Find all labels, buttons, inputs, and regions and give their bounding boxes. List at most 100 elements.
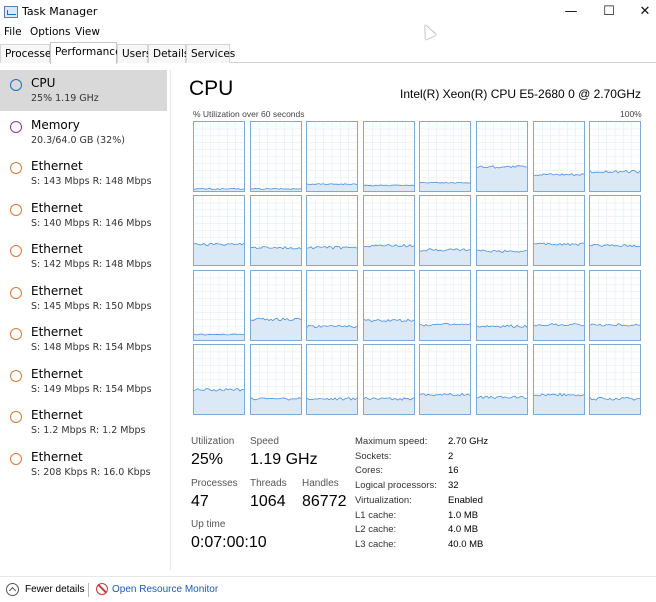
logical-processor-graph <box>249 269 302 341</box>
sidebar-item-detail: 25% 1.19 GHz <box>31 93 99 104</box>
spec-value: 16 <box>448 465 459 477</box>
sidebar-item-detail: S: 149 Mbps R: 154 Mbps <box>31 383 152 395</box>
spec-value: 40.0 MB <box>448 538 484 550</box>
logical-processor-graph <box>532 343 585 415</box>
spec-value: 32 <box>448 480 459 492</box>
sidebar-item-ethernet[interactable]: Ethernet S: 145 Mbps R: 150 Mbps <box>0 278 167 319</box>
logical-processor-graph <box>589 343 642 415</box>
footer-bar: Fewer details Open Resource Monitor <box>0 576 656 600</box>
menu-file[interactable]: File <box>4 26 22 38</box>
sidebar-item-label: Ethernet <box>31 283 83 298</box>
page-title: CPU <box>189 77 234 100</box>
logical-processor-graph <box>476 269 528 341</box>
resource-list: CPU 25% 1.19 GHz Memory 20.3/64.0 GB (32%) E… <box>0 70 170 490</box>
sidebar-item-ethernet[interactable]: Ethernet S: 208 Kbps R: 16.0 Kbps <box>0 444 167 485</box>
status-ring-icon <box>10 245 22 257</box>
chevron-up-icon[interactable] <box>6 583 19 596</box>
sidebar-item-ethernet[interactable]: Ethernet S: 143 Mbps R: 148 Mbps <box>0 153 167 194</box>
processes-value: 47 <box>191 493 209 510</box>
threads-value: 1064 <box>250 493 286 510</box>
tab-users[interactable]: Users <box>117 44 151 63</box>
logical-processor-graph <box>249 121 302 192</box>
open-resource-monitor-link[interactable]: Open Resource Monitor <box>112 584 218 595</box>
logical-processor-graph <box>532 195 585 267</box>
spec-label: L2 cache: <box>355 524 397 536</box>
logical-processor-graph <box>193 195 245 267</box>
sidebar-item-detail: S: 142 Mbps R: 148 Mbps <box>31 259 152 270</box>
sidebar-item-ethernet[interactable]: Ethernet S: 148 Mbps R: 154 Mbps <box>0 319 167 360</box>
handles-value: 86772 <box>302 493 347 510</box>
uptime-value: 0:07:00:10 <box>191 534 267 551</box>
logical-processor-graph <box>419 121 472 192</box>
sidebar-item-ethernet[interactable]: Ethernet S: 149 Mbps R: 154 Mbps <box>0 361 167 402</box>
sidebar-divider <box>170 70 171 570</box>
uptime-label: Up time <box>191 519 226 530</box>
status-ring-icon <box>10 328 22 340</box>
status-ring-icon <box>10 286 22 299</box>
status-ring-icon <box>10 120 22 133</box>
status-ring-icon <box>10 452 22 465</box>
logical-processor-graph <box>419 343 472 415</box>
logical-processor-graph <box>306 121 359 192</box>
sidebar-item-label: Ethernet <box>31 242 83 256</box>
logical-processor-graph <box>532 121 585 192</box>
logical-processor-graph <box>419 269 472 341</box>
spec-label: Cores: <box>355 465 383 477</box>
task-manager-icon <box>4 6 18 18</box>
spec-label: L1 cache: <box>355 509 397 521</box>
sidebar-item-label: Ethernet <box>31 159 83 173</box>
sidebar-item-ethernet[interactable]: Ethernet S: 1.2 Mbps R: 1.2 Mbps <box>0 402 167 443</box>
spec-label: L3 cache: <box>355 538 397 550</box>
tab-processes[interactable]: Processes <box>0 44 57 63</box>
logical-processor-graph <box>476 343 528 415</box>
utilization-value: 25% <box>191 451 224 468</box>
spec-value: 2.70 GHz <box>448 436 489 447</box>
fewer-details-button[interactable]: Fewer details <box>25 584 84 595</box>
cpu-model-name: Intel(R) Xeon(R) CPU E5-2680 0 @ 2.70GHz <box>400 87 641 101</box>
logical-processor-graph <box>306 195 359 267</box>
tab-services[interactable]: Services <box>186 44 235 63</box>
threads-label: Threads <box>250 478 287 489</box>
title-bar: Task Manager — ☐ ✕ <box>0 0 656 24</box>
status-ring-icon <box>10 162 22 174</box>
logical-processor-graph <box>362 343 415 415</box>
resource-monitor-icon[interactable] <box>96 583 108 595</box>
logical-processor-graph <box>589 121 642 192</box>
logical-processor-graphs <box>193 121 643 415</box>
spec-label: Logical processors: <box>355 480 437 492</box>
sidebar-item-memory[interactable]: Memory 20.3/64.0 GB (32%) <box>0 112 167 153</box>
handles-label: Handles <box>302 478 339 489</box>
status-ring-icon <box>10 203 22 216</box>
utilization-label: Utilization <box>191 436 235 447</box>
footer-divider <box>88 583 89 597</box>
tab-performance[interactable]: Performance <box>50 42 122 64</box>
spec-value: 4.0 MB <box>448 524 479 536</box>
tab-strip: Processes Performance Users Details Serv… <box>0 42 656 64</box>
logical-processor-graph <box>193 343 245 415</box>
sidebar-item-label: Memory <box>31 117 80 132</box>
logical-processor-graph <box>532 269 585 341</box>
speed-label: Speed <box>250 436 279 447</box>
sidebar-item-label: Ethernet <box>31 408 83 422</box>
spec-value: 1.0 MB <box>448 509 479 521</box>
logical-processor-graph <box>362 121 415 192</box>
sidebar-item-label: Ethernet <box>31 325 83 339</box>
sidebar-item-ethernet[interactable]: Ethernet S: 142 Mbps R: 148 Mbps <box>0 236 167 277</box>
tab-details[interactable]: Details <box>148 44 189 63</box>
sidebar-item-detail: S: 1.2 Mbps R: 1.2 Mbps <box>31 425 146 436</box>
status-ring-icon <box>10 411 22 423</box>
sidebar-item-cpu[interactable]: CPU 25% 1.19 GHz <box>0 70 167 111</box>
logical-processor-graph <box>589 195 642 267</box>
speed-value: 1.19 GHz <box>250 451 318 468</box>
logical-processor-graph <box>306 343 359 415</box>
menu-options[interactable]: Options <box>30 26 71 38</box>
sidebar-item-label: Ethernet <box>31 200 83 215</box>
close-button[interactable]: ✕ <box>622 0 656 24</box>
graph-max-label: 100% <box>620 109 642 119</box>
logical-processor-graph <box>362 195 415 267</box>
graph-caption: % Utilization over 60 seconds <box>193 109 305 119</box>
sidebar-item-ethernet[interactable]: Ethernet S: 140 Mbps R: 146 Mbps <box>0 195 167 236</box>
menu-view[interactable]: View <box>75 26 100 38</box>
spec-label: Sockets: <box>355 450 392 462</box>
logical-processor-graph <box>476 195 528 267</box>
